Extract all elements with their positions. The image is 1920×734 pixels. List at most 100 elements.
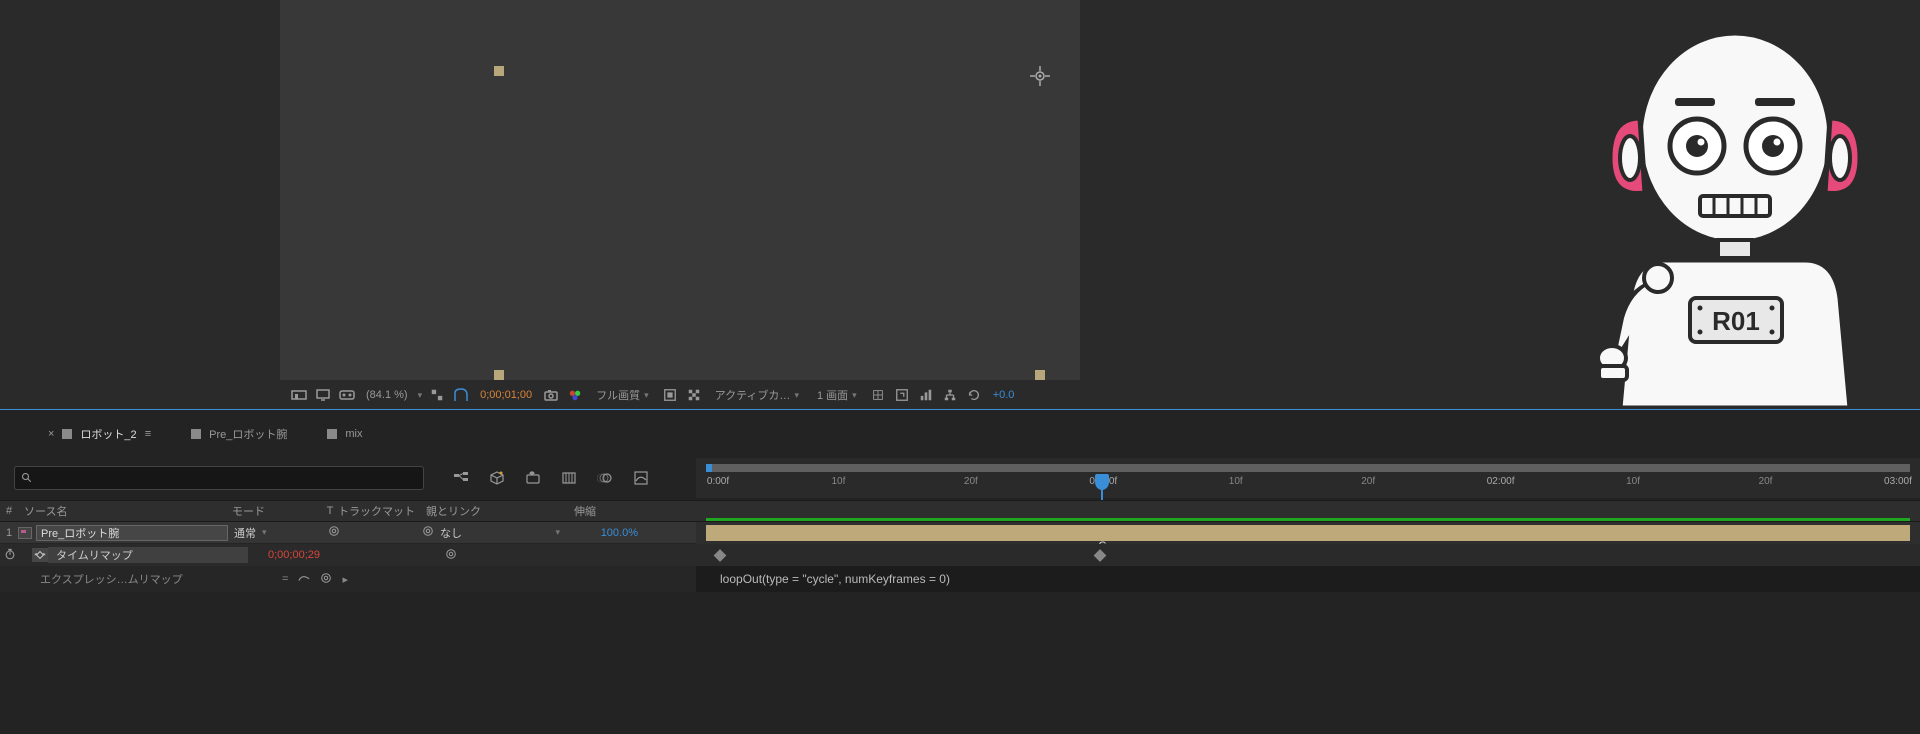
- work-area-bar[interactable]: [706, 464, 1910, 472]
- col-source-name[interactable]: ソース名: [18, 503, 232, 519]
- layer-duration-bar[interactable]: [706, 525, 1910, 541]
- tick-label: 20f: [964, 476, 978, 487]
- pickwhip-icon[interactable]: [445, 548, 457, 563]
- tick-label: 20f: [1759, 476, 1773, 487]
- keyframe-diamond[interactable]: [714, 549, 727, 562]
- tab-label: Pre_ロボット腕: [209, 426, 287, 442]
- col-parent-link[interactable]: 親とリンク: [426, 503, 574, 519]
- property-name[interactable]: タイムリマップ: [48, 547, 248, 563]
- stretch-value[interactable]: 100.0%: [570, 527, 650, 539]
- tab-robot-2[interactable]: × ロボット_2 ≡: [48, 426, 151, 442]
- pickwhip-icon[interactable]: [422, 525, 434, 540]
- comp-mini-flowchart-icon[interactable]: [452, 469, 470, 487]
- tab-pre-robot-arm[interactable]: Pre_ロボット腕: [191, 426, 287, 442]
- col-t[interactable]: T: [322, 505, 338, 517]
- frame-blend-icon[interactable]: [560, 469, 578, 487]
- stopwatch-icon[interactable]: [4, 548, 16, 563]
- close-icon[interactable]: ×: [48, 428, 54, 440]
- keyframe-nav[interactable]: [32, 548, 48, 562]
- expression-enable-icon[interactable]: =: [282, 573, 288, 585]
- search-input[interactable]: [14, 466, 424, 490]
- graph-editor-icon[interactable]: [632, 469, 650, 487]
- snapshot-icon[interactable]: [542, 386, 560, 404]
- composition-viewer: R01 (84.1 %) ▾ 0;00;01;00 フル画質▾ アクティブカ…▾…: [0, 0, 1920, 409]
- tick-label: 0:00f: [707, 476, 729, 487]
- camera-dropdown[interactable]: アクティブカ…▾: [709, 385, 805, 405]
- chart-icon[interactable]: [917, 386, 935, 404]
- tick-label: 20f: [1361, 476, 1375, 487]
- magnify-ratio-icon[interactable]: [290, 386, 308, 404]
- layer-1-track[interactable]: C: [696, 522, 1920, 544]
- tick-label: 02:00f: [1487, 476, 1515, 487]
- col-number[interactable]: #: [0, 505, 18, 517]
- expression-graph-icon[interactable]: [298, 572, 310, 587]
- expression-language-icon[interactable]: ▸: [342, 573, 348, 586]
- comp-swatch: [327, 429, 337, 439]
- transparency-grid-icon[interactable]: [685, 386, 703, 404]
- resolution-toggle-icon[interactable]: [428, 386, 446, 404]
- expression-field[interactable]: loopOut(type = "cycle", numKeyframes = 0…: [696, 566, 1920, 592]
- roi-icon[interactable]: [661, 386, 679, 404]
- vr-icon[interactable]: [338, 386, 356, 404]
- property-time-remap: タイムリマップ 0;00;00;29: [0, 544, 696, 566]
- proportional-grid-icon[interactable]: [893, 386, 911, 404]
- layer-row-1[interactable]: 1 Pre_ロボット腕 通常▾ なし ▾ 100.0%: [0, 522, 696, 544]
- transform-handle-top[interactable]: [494, 66, 504, 76]
- col-track-matte[interactable]: トラックマット: [338, 503, 426, 519]
- refresh-icon[interactable]: [965, 386, 983, 404]
- viewer-toolbar: (84.1 %) ▾ 0;00;01;00 フル画質▾ アクティブカ…▾ 1 画…: [290, 381, 1018, 409]
- comp-swatch: [62, 429, 72, 439]
- time-remap-track[interactable]: [696, 544, 1920, 566]
- tab-mix[interactable]: mix: [327, 428, 362, 440]
- tab-label: mix: [345, 428, 362, 440]
- zoom-level[interactable]: (84.1 %): [362, 389, 412, 401]
- tab-label: ロボット_2: [80, 426, 136, 442]
- resolution-dropdown[interactable]: フル画質▾: [590, 385, 655, 405]
- tick-label: 10f: [1626, 476, 1640, 487]
- expression-pickwhip-icon[interactable]: [320, 572, 332, 587]
- timeline-ruler[interactable]: 0:00f 10f 20f 01:00f 10f 20f 02:00f 10f …: [696, 458, 1920, 498]
- transform-handle-bottom-right[interactable]: [1035, 370, 1045, 380]
- panel-divider[interactable]: [0, 409, 1920, 410]
- col-stretch[interactable]: 伸縮: [574, 503, 654, 519]
- cache-indicator: [706, 518, 1910, 521]
- tab-menu-icon[interactable]: ≡: [145, 428, 151, 440]
- playhead[interactable]: [1095, 474, 1109, 490]
- robot-character: R01: [1490, 18, 1920, 408]
- track-matte-cell: [318, 525, 422, 540]
- col-mode[interactable]: モード: [232, 503, 322, 519]
- timeline-header-track: [696, 500, 1920, 522]
- current-timecode[interactable]: 0;00;01;00: [476, 389, 536, 401]
- exposure-value[interactable]: +0.0: [989, 389, 1019, 401]
- layer-index: 1: [0, 527, 18, 539]
- anchor-point-icon[interactable]: [1030, 66, 1050, 86]
- tick-label: 10f: [1229, 476, 1243, 487]
- expression-label[interactable]: エクスプレッシ…ムリマップ: [0, 571, 232, 587]
- mask-path-icon[interactable]: [452, 386, 470, 404]
- shy-icon[interactable]: [524, 469, 542, 487]
- parent-dropdown[interactable]: なし ▾: [422, 525, 570, 541]
- channel-icon[interactable]: [566, 386, 584, 404]
- search-icon: [21, 472, 33, 484]
- guides-icon[interactable]: [869, 386, 887, 404]
- work-area-start-handle[interactable]: [706, 464, 712, 472]
- layer-name[interactable]: Pre_ロボット腕: [36, 525, 228, 541]
- chevron-down-icon[interactable]: ▾: [418, 390, 423, 401]
- pickwhip-icon[interactable]: [328, 525, 340, 540]
- composition-canvas[interactable]: [280, 0, 1080, 380]
- timeline-tool-icons: [452, 469, 650, 487]
- expression-row: エクスプレッシ…ムリマップ = ▸: [0, 566, 696, 592]
- view-layout-dropdown[interactable]: 1 画面▾: [811, 385, 863, 405]
- draft3d-icon[interactable]: [488, 469, 506, 487]
- property-value[interactable]: 0;00;00;29: [248, 549, 320, 561]
- keyframe-diamond[interactable]: [1094, 549, 1107, 562]
- blend-mode-dropdown[interactable]: 通常▾: [228, 525, 318, 541]
- motion-blur-icon[interactable]: [596, 469, 614, 487]
- svg-text:R01: R01: [1712, 306, 1760, 336]
- timeline-column-header: # ソース名 モード T トラックマット 親とリンク 伸縮: [0, 500, 696, 522]
- hierarchy-icon[interactable]: [941, 386, 959, 404]
- transform-handle-bottom-left[interactable]: [494, 370, 504, 380]
- precomp-icon: [18, 527, 32, 539]
- monitor-icon[interactable]: [314, 386, 332, 404]
- ruler-ticks: 0:00f 10f 20f 01:00f 10f 20f 02:00f 10f …: [706, 476, 1910, 496]
